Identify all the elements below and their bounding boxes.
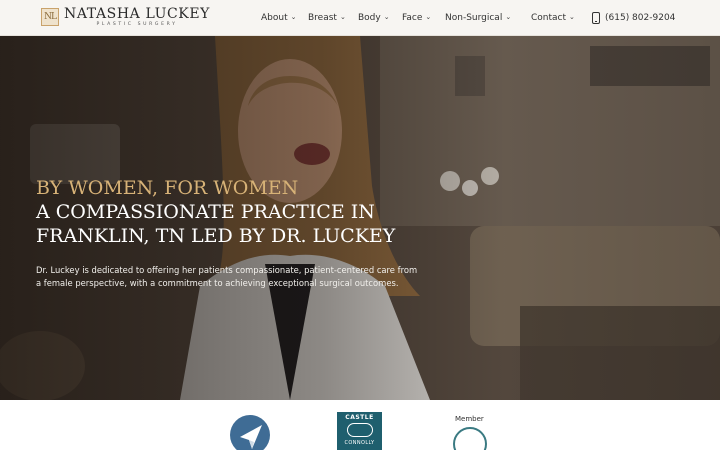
site-logo[interactable]: NL NATASHA LUCKEY PLASTIC SURGERY bbox=[41, 7, 210, 28]
phone-link[interactable]: (615) 802-9204 bbox=[592, 12, 675, 24]
castle-label: CASTLE bbox=[345, 414, 374, 421]
nav-item-label: Non-Surgical bbox=[445, 13, 503, 23]
nav-item-label: Body bbox=[358, 13, 381, 23]
logo-subtitle: PLASTIC SURGERY bbox=[96, 22, 178, 27]
nav-item-label: Breast bbox=[308, 13, 337, 23]
chevron-down-icon: ⌄ bbox=[339, 13, 346, 21]
logo-text: NATASHA LUCKEY PLASTIC SURGERY bbox=[64, 7, 210, 28]
nav-item-label: Face bbox=[402, 13, 423, 23]
chevron-down-icon: ⌄ bbox=[290, 13, 297, 21]
phone-number: (615) 802-9204 bbox=[605, 13, 676, 23]
hero-heading: BY WOMEN, FOR WOMEN A COMPASSIONATE PRAC… bbox=[36, 176, 456, 248]
nav-item-contact[interactable]: Contact ⌄ bbox=[531, 13, 575, 23]
nav-item-breast[interactable]: Breast ⌄ bbox=[308, 13, 346, 23]
hero-kicker: BY WOMEN, FOR WOMEN bbox=[36, 177, 299, 199]
connolly-label: CONNOLLY bbox=[344, 440, 375, 446]
phone-icon bbox=[592, 12, 600, 24]
accreditation-badge[interactable] bbox=[230, 415, 270, 450]
accreditation-strip: CASTLE CONNOLLY bbox=[0, 400, 720, 450]
chevron-down-icon: ⌄ bbox=[505, 13, 512, 21]
paper-plane-icon bbox=[240, 425, 262, 449]
nav-item-body[interactable]: Body ⌄ bbox=[358, 13, 390, 23]
castle-connolly-logo-icon bbox=[346, 423, 373, 437]
nav-item-face[interactable]: Face ⌄ bbox=[402, 13, 431, 23]
castle-connolly-badge[interactable]: CASTLE CONNOLLY bbox=[337, 412, 382, 450]
chevron-down-icon: ⌄ bbox=[425, 13, 432, 21]
logo-name: NATASHA LUCKEY bbox=[64, 6, 211, 22]
nav-item-about[interactable]: About ⌄ bbox=[261, 13, 296, 23]
member-label: Member bbox=[455, 415, 484, 423]
hero-section: BY WOMEN, FOR WOMEN A COMPASSIONATE PRAC… bbox=[0, 36, 720, 400]
hero-title-line: FRANKLIN, TN LED BY DR. LUCKEY bbox=[36, 225, 396, 247]
hero-description: Dr. Luckey is dedicated to offering her … bbox=[36, 265, 418, 288]
nav-item-label: About bbox=[261, 13, 288, 23]
nav-item-non-surgical[interactable]: Non-Surgical ⌄ bbox=[445, 13, 511, 23]
chevron-down-icon: ⌄ bbox=[383, 13, 390, 21]
hero-title-line: A COMPASSIONATE PRACTICE IN bbox=[36, 201, 375, 223]
nav-item-label: Contact bbox=[531, 13, 567, 23]
logo-monogram: NL bbox=[41, 8, 59, 27]
site-header: NL NATASHA LUCKEY PLASTIC SURGERY About … bbox=[0, 0, 720, 36]
chevron-down-icon: ⌄ bbox=[569, 13, 575, 21]
